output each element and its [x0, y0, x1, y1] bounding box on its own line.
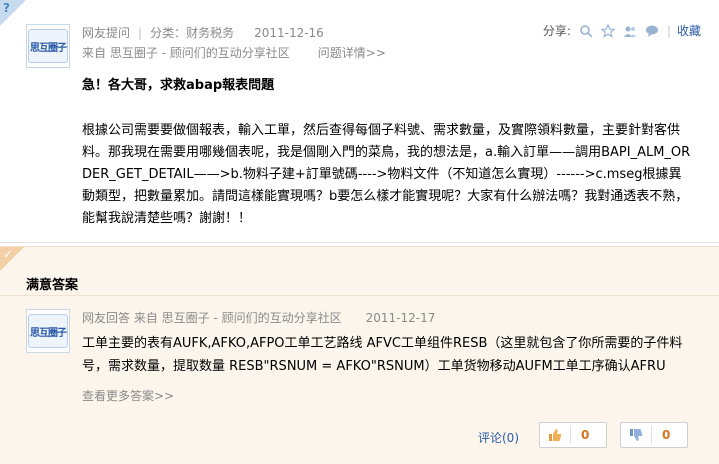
upvote-button[interactable]: 0	[539, 422, 607, 448]
question-date: 2011-12-16	[254, 26, 324, 40]
thumb-down-icon	[630, 429, 643, 441]
star-icon[interactable]	[600, 23, 615, 38]
question-origin: 来自 思互圈子 - 顾问们的互动分享社区 问题详情>>	[82, 44, 386, 61]
answer-body: 工单主要的表有AUFK,AFKO,AFPO工单工艺路线 AFVC工单组件RESB…	[82, 336, 683, 374]
question-title: 急！各大哥，求救abap報表問題	[82, 78, 275, 93]
people-icon[interactable]	[623, 24, 637, 38]
vote-divider	[651, 426, 652, 444]
asker-avatar[interactable]: 思互圈子	[26, 24, 70, 68]
thumb-up-icon	[549, 429, 562, 441]
search-icon[interactable]	[579, 24, 593, 38]
answer-divider	[0, 295, 719, 296]
answer-date: 2011-12-17	[365, 311, 436, 325]
answer-panel: ✓ 满意答案 思互圈子 网友回答 来自 思互圈子 - 顾问们的互动分享社区 201…	[0, 246, 719, 464]
question-meta: 网友提问 | 分类：财务税务 2011-12-16	[82, 24, 324, 41]
downvote-count: 0	[662, 428, 671, 442]
question-panel: ? 思互圈子 网友提问 | 分类：财务税务 2011-12-16 来自 思互圈子 - …	[0, 0, 719, 243]
collect-link[interactable]: 收藏	[677, 22, 701, 39]
check-icon: ✓	[3, 247, 14, 261]
vote-divider	[570, 426, 571, 444]
question-body: 根據公司需要要做個報表，輸入工單，然后查得每個子料號、需求數量，及實際領料數量，…	[82, 123, 691, 226]
comment-link[interactable]: 评论(0)	[478, 429, 519, 446]
question-source: 网友提问	[82, 26, 131, 40]
answerer-avatar[interactable]: 思互圈子	[26, 309, 70, 353]
avatar-logo: 思互圈子	[28, 314, 68, 348]
share-bar: 分享: | 收藏	[543, 22, 701, 39]
question-category[interactable]: 分类：财务税务	[150, 24, 234, 41]
question-from[interactable]: 来自 思互圈子 - 顾问们的互动分享社区	[82, 44, 290, 61]
question-mark-icon: ?	[3, 1, 10, 15]
bubble-icon[interactable]	[645, 24, 659, 38]
answer-meta: 网友回答 来自 思互圈子 - 顾问们的互动分享社区 2011-12-17	[82, 309, 435, 326]
downvote-button[interactable]: 0	[620, 422, 688, 448]
avatar-logo: 思互圈子	[28, 29, 68, 63]
question-details-link[interactable]: 问题详情>>	[318, 44, 386, 61]
upvote-count: 0	[581, 428, 590, 442]
share-label: 分享:	[542, 24, 571, 38]
answer-source[interactable]: 网友回答 来自 思互圈子 - 顾问们的互动分享社区	[82, 309, 342, 326]
answer-heading: 满意答案	[26, 278, 79, 293]
more-answers-link[interactable]: 查看更多答案>>	[82, 387, 174, 404]
share-divider: |	[666, 23, 671, 38]
